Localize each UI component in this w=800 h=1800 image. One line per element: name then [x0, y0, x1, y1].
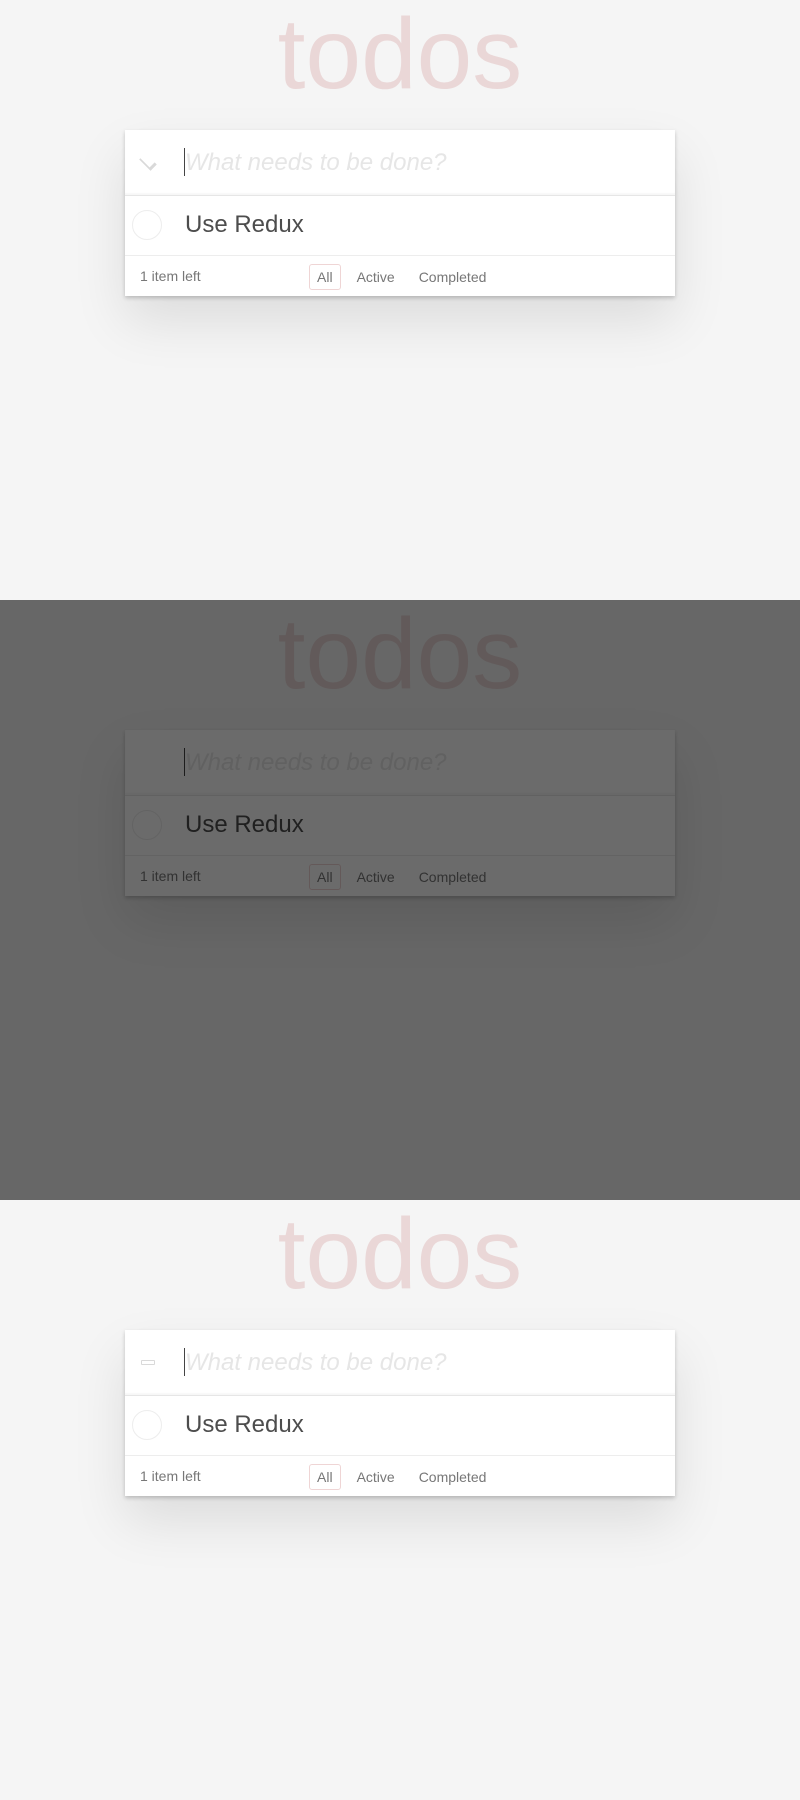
filter-completed[interactable]: Completed [411, 264, 495, 290]
new-todo-input[interactable]: What needs to be done? [185, 1330, 665, 1395]
footer: 1 item left All Active Completed [125, 856, 675, 896]
filters: All Active Completed [309, 264, 502, 290]
toggle-all-button[interactable] [125, 130, 170, 195]
filter-completed[interactable]: Completed [411, 864, 495, 890]
todo-label[interactable]: Use Redux [185, 1396, 304, 1454]
todo-app: What needs to be done? Use Redux 1 item … [125, 730, 675, 896]
frame-2: todos What needs to be done? Use Redux 1… [0, 600, 800, 1200]
todo-app: What needs to be done? Use Redux 1 item … [125, 130, 675, 296]
new-todo-row: What needs to be done? [125, 730, 675, 796]
filter-active[interactable]: Active [349, 1464, 403, 1490]
filter-all[interactable]: All [309, 864, 341, 890]
toggle-all-button[interactable] [125, 730, 170, 795]
todo-toggle-checkbox[interactable] [132, 810, 162, 840]
todo-item[interactable]: Use Redux [125, 796, 675, 856]
frame-3: todos What needs to be done? Use Redux 1… [0, 1200, 800, 1800]
todo-count: 1 item left [140, 868, 201, 884]
filter-active[interactable]: Active [349, 864, 403, 890]
filter-all[interactable]: All [309, 1464, 341, 1490]
new-todo-input[interactable]: What needs to be done? [185, 130, 665, 195]
filter-all[interactable]: All [309, 264, 341, 290]
footer: 1 item left All Active Completed [125, 1456, 675, 1496]
todo-label[interactable]: Use Redux [185, 196, 304, 254]
new-todo-row: What needs to be done? [125, 130, 675, 196]
new-todo-row: What needs to be done? [125, 1330, 675, 1396]
todo-app: What needs to be done? Use Redux 1 item … [125, 1330, 675, 1496]
dash-icon [140, 1360, 155, 1365]
filter-completed[interactable]: Completed [411, 1464, 495, 1490]
chevron-down-icon [138, 152, 157, 171]
todo-item[interactable]: Use Redux [125, 1396, 675, 1456]
filters: All Active Completed [309, 1464, 502, 1490]
todo-toggle-checkbox[interactable] [132, 1410, 162, 1440]
todo-label[interactable]: Use Redux [185, 796, 304, 854]
todo-count: 1 item left [140, 1468, 201, 1484]
todo-item[interactable]: Use Redux [125, 196, 675, 256]
frame-1: todos What needs to be done? Use Redux 1… [0, 0, 800, 600]
todo-count: 1 item left [140, 268, 201, 284]
app-title: todos [277, 600, 523, 710]
filters: All Active Completed [309, 864, 502, 890]
footer: 1 item left All Active Completed [125, 256, 675, 296]
todo-toggle-checkbox[interactable] [132, 210, 162, 240]
filter-active[interactable]: Active [349, 264, 403, 290]
new-todo-input[interactable]: What needs to be done? [185, 730, 665, 795]
toggle-all-button[interactable] [125, 1330, 170, 1395]
app-title: todos [277, 0, 523, 110]
app-title: todos [277, 1200, 523, 1310]
